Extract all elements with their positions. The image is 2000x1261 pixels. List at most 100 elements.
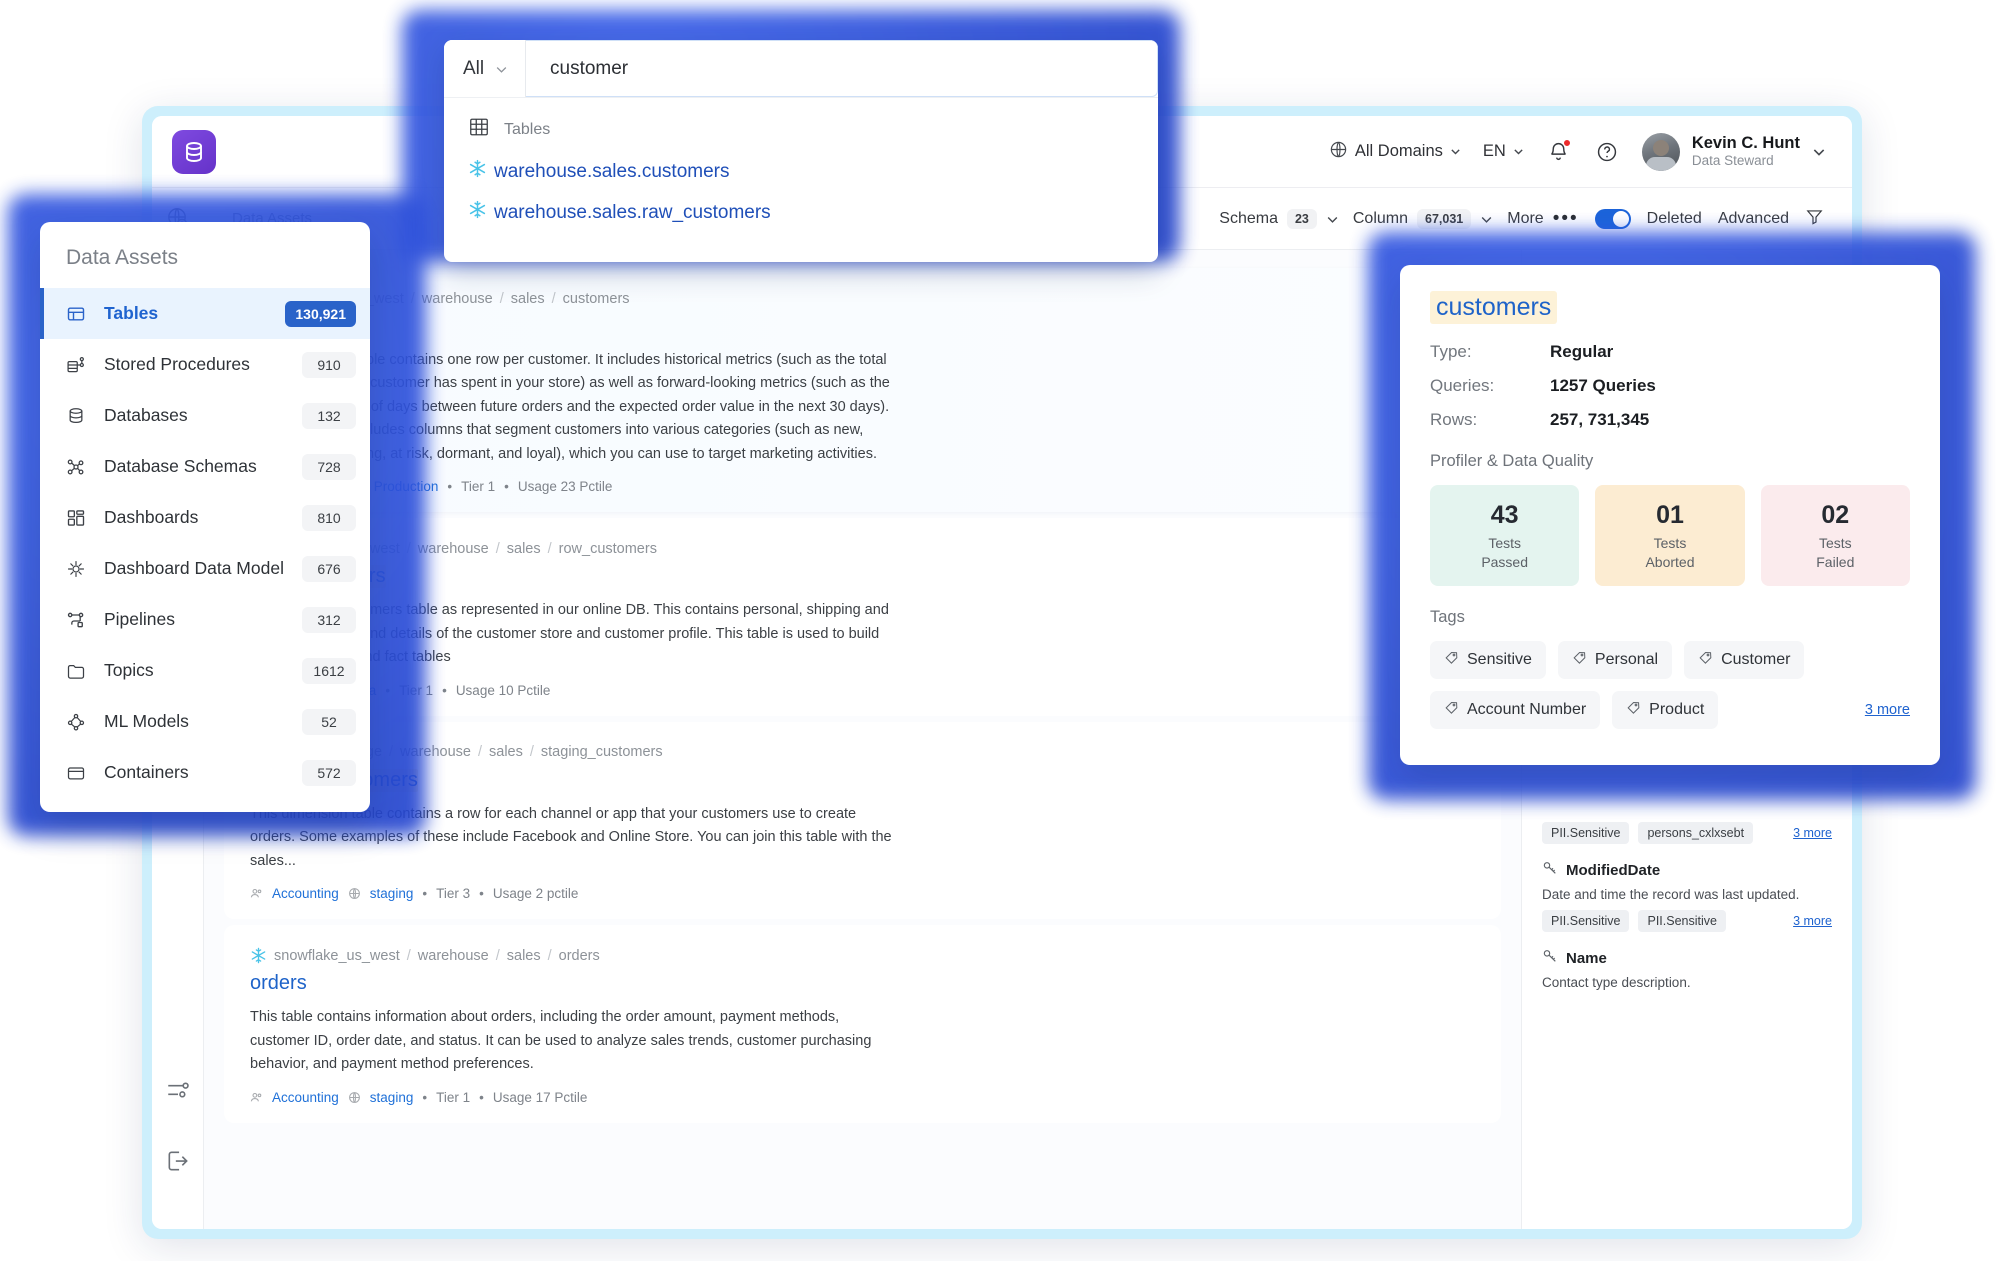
- sidebar-item-count: 132: [302, 403, 356, 429]
- funnel-icon[interactable]: [1805, 207, 1824, 231]
- tag-chip[interactable]: Product: [1612, 691, 1718, 729]
- filter-more[interactable]: More •••: [1507, 209, 1578, 228]
- data-model-icon: [66, 559, 88, 579]
- filter-schema[interactable]: Schema 23: [1219, 209, 1337, 229]
- search-input[interactable]: customer: [526, 40, 1158, 97]
- ml-model-icon: [66, 712, 88, 732]
- breadcrumb-schema: sales: [507, 541, 541, 557]
- tag-chip[interactable]: Personal: [1558, 641, 1672, 679]
- search-popover[interactable]: All customer Tables: [444, 40, 1158, 262]
- result-domain[interactable]: staging: [370, 886, 414, 901]
- domain-selector[interactable]: All Domains: [1329, 140, 1461, 164]
- notification-dot: [1563, 139, 1571, 147]
- sidebar-item-tables[interactable]: Tables 130,921: [40, 288, 370, 339]
- tests-failed-count: 02: [1771, 501, 1900, 530]
- search-suggestion-label: warehouse.sales.customers: [494, 161, 730, 183]
- dot-separator: •: [442, 683, 447, 698]
- sidebar-item-database-schemas[interactable]: Database Schemas 728: [40, 441, 370, 492]
- tag-list-overflow: Account Number Product 3 more: [1430, 691, 1910, 729]
- filter-schema-count: 23: [1287, 209, 1317, 229]
- detail-field-key: Queries:: [1430, 376, 1550, 396]
- column-description: Date and time the record was last update…: [1542, 887, 1832, 902]
- search-result-item[interactable]: snowflake_us_west/ warehouse/ sales/ ord…: [224, 925, 1501, 1122]
- sidebar-item-ml-models[interactable]: ML Models 52: [40, 696, 370, 747]
- column-tag: persons_cxlxsebt: [1638, 822, 1753, 844]
- detail-field-queries: Queries: 1257 Queries: [1430, 376, 1910, 396]
- result-description: This table contains information about or…: [250, 1006, 900, 1076]
- column-tags-more-link[interactable]: 3 more: [1793, 826, 1832, 840]
- search-bar: All customer: [444, 40, 1158, 98]
- topic-icon: [66, 661, 88, 681]
- sidebar-item-stored-procedures[interactable]: Stored Procedures 910: [40, 339, 370, 390]
- tests-passed-card: 43 Tests Passed: [1430, 485, 1579, 586]
- data-assets-panel: Data Assets Tables 130,921 Stored Proced…: [40, 222, 370, 812]
- key-icon: [1542, 948, 1558, 968]
- sidebar-item-count: 312: [302, 607, 356, 633]
- sidebar-item-dashboard-data-model[interactable]: Dashboard Data Model 676: [40, 543, 370, 594]
- column-entry: ModifiedDate Date and time the record wa…: [1542, 860, 1832, 932]
- table-icon: [66, 304, 88, 324]
- breadcrumb: snowflake_us_west/ warehouse/ sales/ row…: [250, 540, 1475, 557]
- sidebar-item-count: 676: [302, 556, 356, 582]
- search-suggestion-label: warehouse.sales.raw_customers: [494, 202, 771, 224]
- detail-field-value: Regular: [1550, 342, 1613, 362]
- tag-chip[interactable]: Account Number: [1430, 691, 1600, 729]
- dot-separator: •: [422, 1090, 427, 1105]
- sidebar-item-topics[interactable]: Topics 1612: [40, 645, 370, 696]
- data-assets-title: Data Assets: [40, 222, 370, 288]
- ellipsis-icon: •••: [1553, 209, 1579, 228]
- user-menu[interactable]: Kevin C. Hunt Data Steward: [1642, 133, 1826, 171]
- column-tag: PII.Sensitive: [1542, 822, 1629, 844]
- owner-icon: [250, 1091, 263, 1104]
- search-suggestion[interactable]: warehouse.sales.raw_customers: [444, 192, 1158, 233]
- tests-aborted-card: 01 Tests Aborted: [1595, 485, 1744, 586]
- result-domain[interactable]: staging: [370, 1090, 414, 1105]
- tag-chip[interactable]: Customer: [1684, 641, 1804, 679]
- dot-separator: •: [504, 479, 509, 494]
- filter-column[interactable]: Column 67,031: [1353, 209, 1491, 229]
- chevron-down-icon: [1812, 145, 1826, 159]
- sidebar-item-label: Containers: [104, 762, 189, 783]
- column-name: ModifiedDate: [1566, 862, 1660, 879]
- filter-column-count: 67,031: [1417, 209, 1471, 229]
- tags-more-link[interactable]: 3 more: [1865, 702, 1910, 718]
- search-scope-dropdown[interactable]: All: [444, 40, 526, 97]
- suggestion-group-header: Tables: [444, 98, 1158, 151]
- result-tier: Tier 1: [436, 1090, 470, 1105]
- domain-selector-label: All Domains: [1355, 142, 1443, 161]
- sidebar-item-count: 130,921: [285, 301, 356, 327]
- deleted-toggle[interactable]: [1595, 209, 1631, 229]
- chevron-down-icon: [495, 63, 506, 74]
- avatar: [1642, 133, 1680, 171]
- tag-label: Product: [1649, 701, 1704, 719]
- tests-passed-count: 43: [1440, 501, 1569, 530]
- sidebar-item-pipelines[interactable]: Pipelines 312: [40, 594, 370, 645]
- logout-icon[interactable]: [165, 1148, 191, 1179]
- tag-chip[interactable]: Sensitive: [1430, 641, 1546, 679]
- advanced-label[interactable]: Advanced: [1718, 210, 1789, 228]
- settings-sliders-icon[interactable]: [165, 1077, 191, 1108]
- result-usage: Usage 2 pctile: [493, 886, 579, 901]
- sidebar-item-databases[interactable]: Databases 132: [40, 390, 370, 441]
- result-tier: Tier 3: [436, 886, 470, 901]
- help-circle-icon[interactable]: [1594, 139, 1620, 165]
- column-tag-row: PII.Sensitive PII.Sensitive 3 more: [1542, 910, 1832, 932]
- result-metadata: Accounting staging • Tier 1 • Usage 17 P…: [250, 1090, 1475, 1105]
- search-suggestion[interactable]: warehouse.sales.customers: [444, 151, 1158, 192]
- bell-icon[interactable]: [1546, 139, 1572, 165]
- sidebar-item-containers[interactable]: Containers 572: [40, 747, 370, 798]
- breadcrumb: snowflake_stage/ warehouse/ sales/ stagi…: [250, 744, 1475, 761]
- breadcrumb: snowflake_us_west/ warehouse/ sales/ ord…: [250, 947, 1475, 964]
- result-metadata: Accounting staging • Tier 3 • Usage 2 pc…: [250, 886, 1475, 901]
- result-owner[interactable]: Accounting: [272, 886, 339, 901]
- sidebar-item-dashboards[interactable]: Dashboards 810: [40, 492, 370, 543]
- database-logo-icon[interactable]: [172, 130, 216, 174]
- sidebar-item-label: Tables: [104, 303, 158, 324]
- column-tag: PII.Sensitive: [1638, 910, 1725, 932]
- result-title[interactable]: orders: [250, 972, 307, 995]
- chevron-down-icon: [1513, 146, 1524, 157]
- language-selector[interactable]: EN: [1483, 142, 1524, 161]
- result-owner[interactable]: Accounting: [272, 1090, 339, 1105]
- table-detail-panel: customers Type: Regular Queries: 1257 Qu…: [1400, 265, 1940, 765]
- column-tags-more-link[interactable]: 3 more: [1793, 914, 1832, 928]
